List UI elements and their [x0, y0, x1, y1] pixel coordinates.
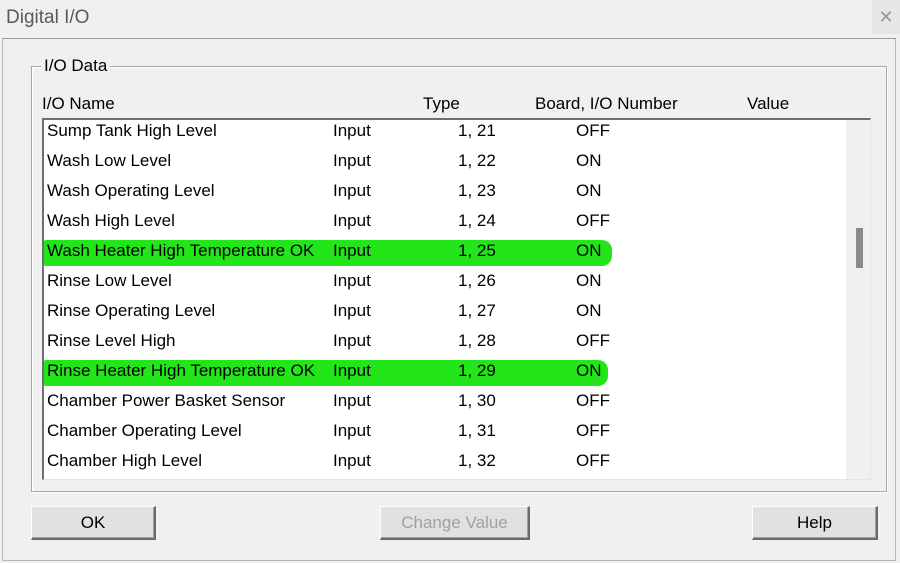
type-cell: Input [333, 211, 371, 230]
column-header-board-io-number: Board, I/O Number [535, 94, 678, 113]
board-io-number-cell: 1, 23 [458, 181, 496, 200]
groupbox-label: I/O Data [41, 56, 111, 76]
io-name-cell: Chamber Power Basket Sensor [47, 391, 286, 410]
vertical-scrollbar[interactable] [846, 120, 870, 479]
io-name-cell: Sump Tank High Level [47, 121, 217, 140]
io-name-cell: Rinse Low Level [47, 271, 172, 290]
io-name-cell: Wash Heater High Temperature OK [47, 241, 315, 260]
value-cell: OFF [576, 391, 610, 410]
type-cell: Input [333, 391, 371, 410]
type-cell: Input [333, 301, 371, 320]
close-button[interactable]: ✕ [872, 0, 900, 34]
board-io-number-cell: 1, 26 [458, 271, 496, 290]
io-name-cell: Rinse Heater High Temperature OK [47, 361, 316, 380]
value-cell: ON [576, 271, 602, 290]
type-cell: Input [333, 121, 371, 140]
value-cell: ON [576, 361, 602, 380]
help-button[interactable]: Help [752, 506, 878, 540]
table-row[interactable]: Rinse Low Level Input 1, 26 ON [44, 268, 844, 298]
io-name-cell: Rinse Level High [47, 331, 176, 350]
table-row[interactable]: Wash High Level Input 1, 24 OFF [44, 208, 844, 238]
board-io-number-cell: 1, 31 [458, 421, 496, 440]
table-row[interactable]: Chamber Operating Level Input 1, 31 OFF [44, 418, 844, 448]
value-cell: OFF [576, 121, 610, 140]
column-header-value: Value [747, 94, 790, 113]
value-cell: ON [576, 151, 602, 170]
table-row[interactable]: Chamber High Level Input 1, 32 OFF [44, 448, 844, 478]
type-cell: Input [333, 421, 371, 440]
ok-button[interactable]: OK [31, 506, 156, 540]
io-data-list[interactable]: Sump Tank High Level Input 1, 21 OFF Wash Lo… [42, 118, 871, 480]
column-header-type: Type [423, 94, 460, 113]
column-header-io-name: I/O Name [42, 94, 115, 113]
board-io-number-cell: 1, 30 [458, 391, 496, 410]
ok-button-label: OK [80, 512, 106, 532]
board-io-number-cell: 1, 32 [458, 451, 496, 470]
table-row[interactable]: Wash Heater High Temperature OK Input 1, 2… [44, 238, 844, 268]
type-cell: Input [333, 151, 371, 170]
value-cell: OFF [576, 421, 610, 440]
scrollbar-thumb[interactable] [856, 228, 863, 268]
board-io-number-cell: 1, 24 [458, 211, 496, 230]
board-io-number-cell: 1, 27 [458, 301, 496, 320]
value-cell: ON [576, 241, 602, 260]
table-row[interactable]: Sump Tank High Level Input 1, 21 OFF [44, 120, 844, 148]
type-cell: Input [333, 241, 371, 260]
type-cell: Input [333, 271, 371, 290]
table-row[interactable]: Rinse Level High Input 1, 28 OFF [44, 328, 844, 358]
board-io-number-cell: 1, 21 [458, 121, 496, 140]
board-io-number-cell: 1, 22 [458, 151, 496, 170]
board-io-number-cell: 1, 28 [458, 331, 496, 350]
table-row[interactable]: Chamber Power Basket Sensor Input 1, 30 OFF [44, 388, 844, 418]
type-cell: Input [333, 451, 371, 470]
title-bar: Digital I/O ✕ [0, 0, 900, 38]
value-cell: OFF [576, 331, 610, 350]
value-cell: OFF [576, 211, 610, 230]
table-row[interactable]: Wash Low Level Input 1, 22 ON [44, 148, 844, 178]
close-icon: ✕ [878, 6, 894, 27]
io-name-cell: Wash High Level [47, 211, 175, 230]
type-cell: Input [333, 331, 371, 350]
io-name-cell: Wash Low Level [47, 151, 172, 170]
change-value-button[interactable]: Change Value [380, 506, 530, 540]
io-name-cell: Chamber Operating Level [47, 421, 242, 440]
value-cell: OFF [576, 451, 610, 470]
table-row[interactable]: Wash Operating Level Input 1, 23 ON [44, 178, 844, 208]
io-name-cell: Rinse Operating Level [47, 301, 216, 320]
help-button-label: Help [797, 512, 832, 532]
value-cell: ON [576, 301, 602, 320]
type-cell: Input [333, 361, 371, 380]
io-name-cell: Chamber High Level [47, 451, 202, 470]
board-io-number-cell: 1, 25 [458, 241, 496, 260]
table-row[interactable]: Rinse Heater High Temperature OK Input 1, … [44, 358, 844, 388]
change-value-button-label: Change Value [401, 512, 508, 532]
table-row[interactable]: Rinse Operating Level Input 1, 27 ON [44, 298, 844, 328]
window-title: Digital I/O [6, 7, 90, 28]
type-cell: Input [333, 181, 371, 200]
board-io-number-cell: 1, 29 [458, 361, 496, 380]
value-cell: ON [576, 181, 602, 200]
io-name-cell: Wash Operating Level [47, 181, 215, 200]
